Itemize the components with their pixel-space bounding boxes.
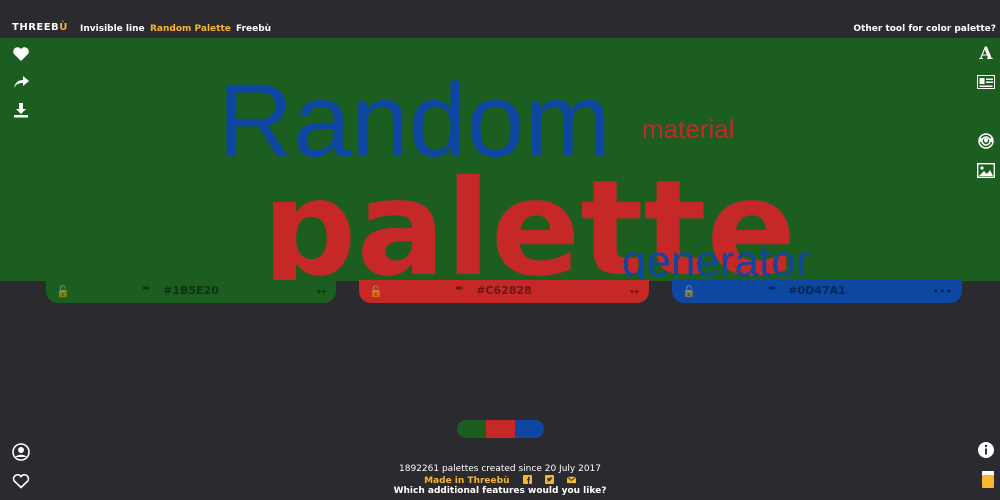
swatch-hex[interactable]: #C62828 — [359, 284, 649, 297]
hero-word-material: material — [642, 114, 734, 144]
palette-stats: 1892261 palettes created since 20 July 2… — [399, 464, 601, 474]
hero-word-generator: generator — [622, 237, 810, 286]
share-icon[interactable] — [11, 72, 31, 92]
download-icon[interactable] — [11, 100, 31, 120]
top-bar: THREEBÙ Invisible line Random Palette Fr… — [0, 0, 1000, 38]
other-tool-link[interactable]: Other tool for color palette? — [853, 24, 996, 34]
mini-swatch-green — [457, 420, 486, 438]
made-in-link[interactable]: Made in Threebù — [424, 476, 509, 486]
swatch-green[interactable]: 🔓 ↔ #1B5E20 ✒ — [46, 280, 336, 303]
nav-invisible-line[interactable]: Invisible line — [80, 24, 145, 34]
mini-swatch-red — [486, 420, 515, 438]
swatch-blue[interactable]: 🔓 ••• #0D47A1 ✒ — [672, 280, 962, 303]
mini-swatch-blue — [515, 420, 544, 438]
nav-random-palette[interactable]: Random Palette — [150, 24, 231, 34]
eyedropper-icon[interactable]: ✒ — [142, 282, 151, 295]
feature-request-link[interactable]: Which additional features would you like… — [0, 486, 1000, 496]
card-icon[interactable] — [976, 72, 996, 92]
target-icon[interactable] — [976, 131, 996, 151]
image-icon[interactable] — [976, 160, 996, 180]
user-icon[interactable] — [11, 442, 31, 462]
nav-freebu[interactable]: Freebù — [236, 24, 271, 34]
swatch-hex[interactable]: #0D47A1 — [672, 284, 962, 297]
email-icon[interactable] — [566, 475, 576, 484]
hero-title: Random material palette generator — [218, 63, 810, 298]
logo-accent-letter: Ù — [59, 22, 68, 33]
mini-palette-preview[interactable] — [457, 420, 544, 438]
heart-icon[interactable] — [11, 44, 31, 64]
font-icon[interactable]: A — [976, 44, 996, 64]
eyedropper-icon[interactable]: ✒ — [455, 282, 464, 295]
facebook-icon[interactable] — [522, 475, 532, 484]
info-icon[interactable] — [976, 440, 996, 460]
made-in-row: Made in Threebù — [0, 475, 1000, 486]
twitter-icon[interactable] — [544, 475, 554, 484]
swatch-red[interactable]: 🔓 ↔ #C62828 ✒ — [359, 280, 649, 303]
swatch-hex[interactable]: #1B5E20 — [46, 284, 336, 297]
logo[interactable]: THREEBÙ — [12, 22, 68, 33]
eyedropper-icon[interactable]: ✒ — [768, 282, 777, 295]
